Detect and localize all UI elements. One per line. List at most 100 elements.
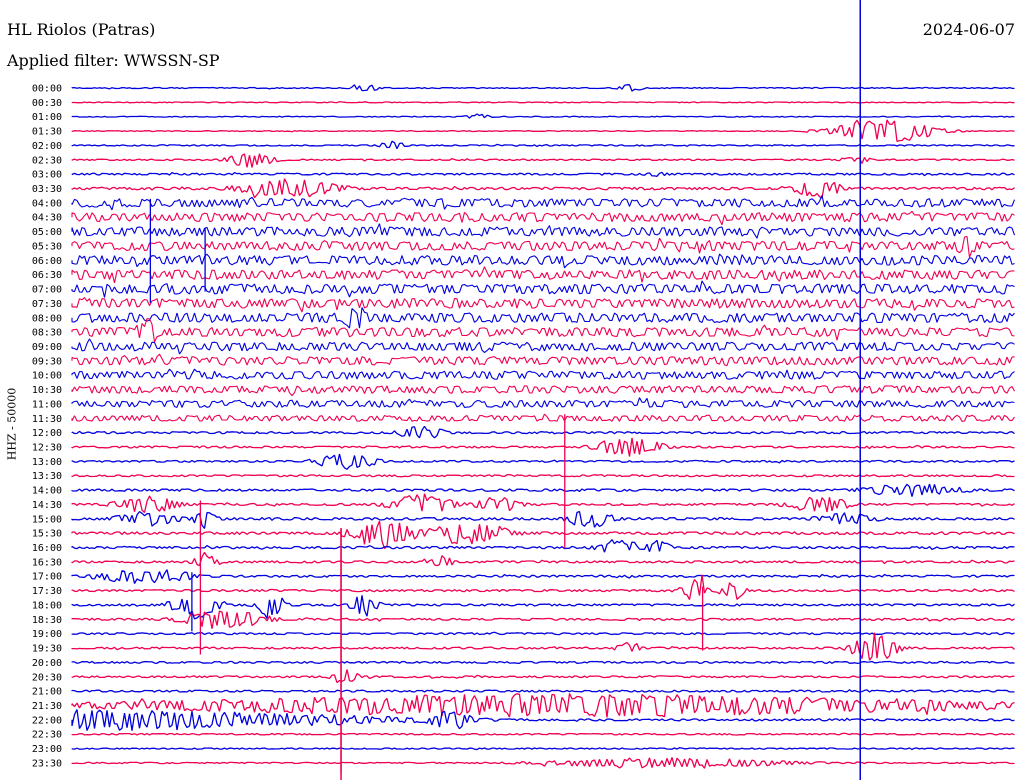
time-label: 13:00 <box>32 457 62 468</box>
filter-label: Applied filter: WWSSN-SP <box>7 51 220 70</box>
trace-row <box>71 437 1015 457</box>
trace-row <box>71 631 1015 636</box>
time-label: 11:30 <box>32 414 62 425</box>
time-label: 01:00 <box>32 112 62 123</box>
trace-row <box>71 660 1015 664</box>
time-label: 09:00 <box>32 342 62 353</box>
trace-row <box>71 539 1015 553</box>
trace-row <box>71 84 1015 92</box>
time-label: 20:00 <box>32 658 62 669</box>
trace-row <box>71 595 1015 620</box>
trace-row <box>71 689 1015 693</box>
helicorder-plot: 00:00 00:30 01:00 01:30 02:00 02:30 03:00 03:30… <box>32 0 1016 780</box>
time-label: 08:00 <box>32 313 62 324</box>
time-label: 17:30 <box>32 586 62 597</box>
time-label: 16:30 <box>32 557 62 568</box>
time-label: 02:00 <box>32 141 62 152</box>
time-label: 07:30 <box>32 299 62 310</box>
time-label: 19:30 <box>32 644 62 655</box>
time-label: 20:30 <box>32 672 62 683</box>
time-label: 16:00 <box>32 543 62 554</box>
date-label: 2024-06-07 <box>922 20 1015 39</box>
trace-row <box>71 353 1015 367</box>
trace-row <box>71 732 1015 736</box>
time-label: 05:00 <box>32 227 62 238</box>
time-label: 10:30 <box>32 385 62 396</box>
time-label: 10:00 <box>32 371 62 382</box>
time-label: 13:30 <box>32 471 62 482</box>
trace-row <box>71 266 1015 284</box>
trace-row <box>71 569 1015 584</box>
trace-row <box>71 101 1015 104</box>
trace-row <box>71 493 1015 514</box>
time-label: 04:30 <box>32 213 62 224</box>
trace-row <box>71 140 1015 149</box>
trace-row <box>71 210 1015 226</box>
time-label: 23:30 <box>32 758 62 769</box>
trace-row <box>71 223 1016 239</box>
trace-row <box>71 425 1015 439</box>
trace-row <box>71 610 1015 629</box>
time-label: 14:30 <box>32 500 62 511</box>
y-axis-label: HHZ - 50000 <box>5 387 19 461</box>
time-label: 22:00 <box>32 715 62 726</box>
trace-row <box>71 113 1015 119</box>
time-label: 09:30 <box>32 356 62 367</box>
trace-row <box>71 297 1015 313</box>
time-label: 06:00 <box>32 256 62 267</box>
trace-row <box>71 178 1015 199</box>
trace-row <box>71 307 1015 329</box>
time-label: 14:00 <box>32 486 62 497</box>
trace-row <box>71 195 1016 211</box>
time-label: 00:00 <box>32 84 62 95</box>
time-label: 15:30 <box>32 529 62 540</box>
time-label: 06:30 <box>32 270 62 281</box>
trace-row <box>71 483 1015 497</box>
trace-row <box>71 397 1015 408</box>
trace-row <box>71 453 1015 470</box>
time-label: 12:30 <box>32 443 62 454</box>
trace-row <box>71 318 1015 343</box>
time-label: 07:00 <box>32 285 62 296</box>
time-label: 21:00 <box>32 687 62 698</box>
time-label: 17:00 <box>32 572 62 583</box>
trace-row <box>71 510 1015 529</box>
time-label: 18:30 <box>32 615 62 626</box>
time-label: 02:30 <box>32 155 62 166</box>
time-label: 05:30 <box>32 241 62 252</box>
time-label: 03:30 <box>32 184 62 195</box>
trace-row <box>71 757 1015 769</box>
trace-row <box>71 153 1015 168</box>
time-label: 19:00 <box>32 629 62 640</box>
trace-row <box>71 119 1015 143</box>
trace-row <box>71 473 1015 478</box>
time-label: 11:00 <box>32 399 62 410</box>
time-label: 23:00 <box>32 744 62 755</box>
trace-row <box>71 368 1015 380</box>
time-label: 04:00 <box>32 198 62 209</box>
trace-row <box>71 669 1015 684</box>
time-label: 22:30 <box>32 730 62 741</box>
time-label: 15:00 <box>32 514 62 525</box>
time-label: 00:30 <box>32 98 62 109</box>
trace-row <box>71 413 1015 422</box>
trace-row <box>71 632 1015 661</box>
trace-row <box>71 574 1015 600</box>
time-labels: 00:00 00:30 01:00 01:30 02:00 02:30 03:00 03:30… <box>32 84 62 770</box>
trace-row <box>71 235 1015 258</box>
trace-row <box>71 253 1015 269</box>
time-label: 21:30 <box>32 701 62 712</box>
time-label: 08:30 <box>32 328 62 339</box>
time-label: 18:00 <box>32 600 62 611</box>
trace-row <box>71 171 1015 177</box>
time-label: 03:00 <box>32 170 62 181</box>
trace-row <box>71 520 1015 549</box>
station-title: HL Riolos (Patras) <box>7 20 156 39</box>
trace-row <box>71 693 1015 718</box>
time-label: 01:30 <box>32 127 62 138</box>
time-label: 12:00 <box>32 428 62 439</box>
trace-row <box>71 338 1015 355</box>
trace-row <box>71 747 1015 751</box>
trace-row <box>71 552 1015 567</box>
trace-row <box>71 385 1015 396</box>
